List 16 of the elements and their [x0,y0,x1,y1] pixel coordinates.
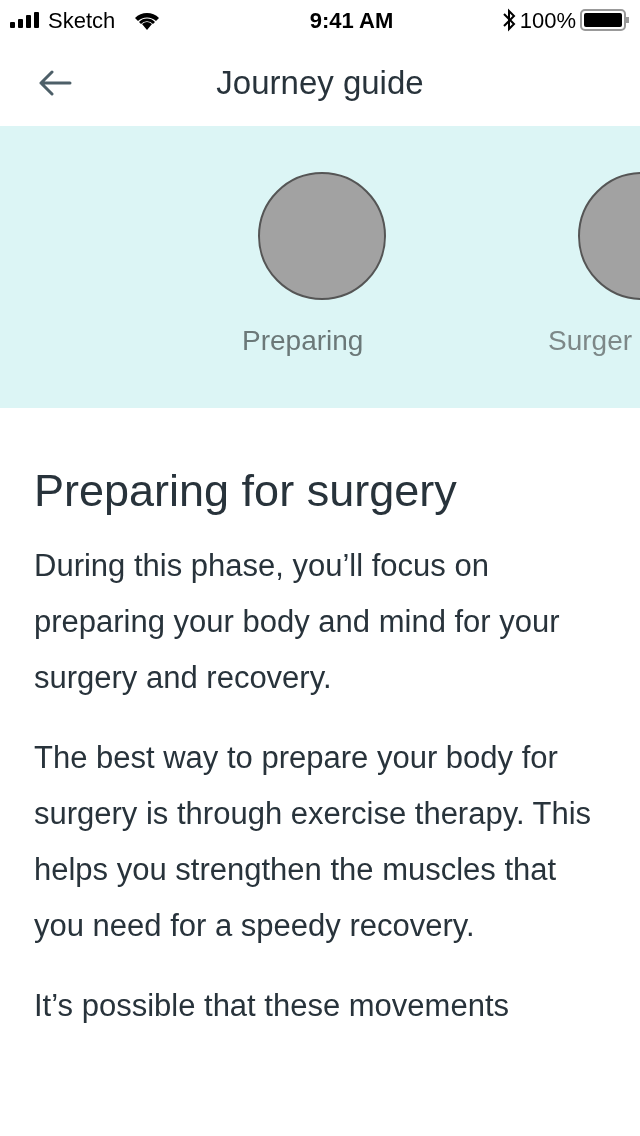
phase-icon[interactable] [258,172,386,300]
phase-label[interactable]: Surger [548,320,633,362]
carrier-name: Sketch [48,6,116,35]
page-title: Journey guide [215,63,425,104]
bluetooth-icon [501,8,516,32]
battery-percent: 100% [519,6,576,35]
signal-icon [10,12,40,28]
phase-label[interactable]: Preparing [242,320,364,362]
article-paragraph: It’s possible that these movements [34,987,510,1025]
status-time: 9:41 AM [309,6,394,35]
battery-icon [580,8,630,32]
wifi-icon [133,10,162,30]
back-button[interactable] [38,70,72,96]
article-heading: Preparing for surgery [34,464,458,518]
article-paragraph: The best way to prepare your body for surgery is through exercise therapy. This helps you strengthen the muscles that you need for a speedy recovery. [34,739,593,945]
article-paragraph: During this phase, you’ll focus on preparing your body and mind for your surgery and recovery. [34,547,561,697]
